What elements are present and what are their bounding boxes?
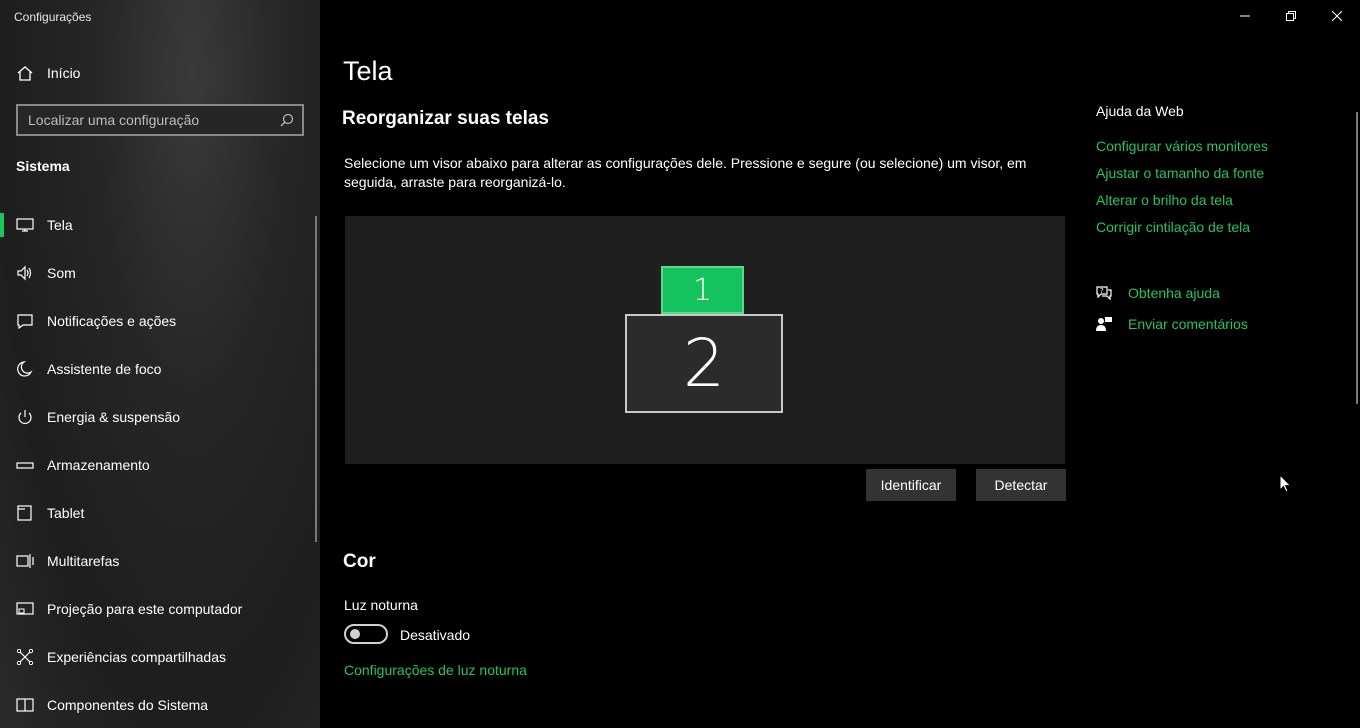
tablet-icon [16,505,34,521]
sidebar-item-power[interactable]: Energia & suspensão [0,393,316,441]
night-light-settings-link[interactable]: Configurações de luz noturna [344,662,527,678]
sidebar: Configurações Início Sistema Tela Som [0,0,320,728]
monitor-1[interactable]: 1 [661,266,744,314]
notification-icon [16,313,34,329]
close-icon [1332,11,1342,21]
sidebar-item-display[interactable]: Tela [0,201,316,249]
help-link-multiple-monitors[interactable]: Configurar vários monitores [1096,138,1268,165]
sidebar-item-tablet[interactable]: Tablet [0,489,316,537]
night-light-label: Luz noturna [344,597,418,613]
storage-icon [16,457,34,473]
sidebar-item-notifications[interactable]: Notificações e ações [0,297,316,345]
help-links: Configurar vários monitores Ajustar o ta… [1096,138,1268,246]
home-label: Início [47,65,81,81]
sidebar-item-label: Energia & suspensão [47,409,181,425]
minimize-icon [1240,11,1250,21]
help-link-flicker[interactable]: Corrigir cintilação de tela [1096,219,1268,246]
sidebar-item-label: Componentes do Sistema [47,697,209,713]
web-help-title: Ajuda da Web [1096,103,1184,119]
sidebar-item-label: Tela [47,217,73,233]
sidebar-item-focus-assist[interactable]: Assistente de foco [0,345,316,393]
identify-button[interactable]: Identificar [866,469,956,501]
app-title: Configurações [14,10,92,24]
multitasking-icon [16,553,34,569]
feedback-row[interactable]: Enviar comentários [1096,316,1248,332]
sidebar-item-projection[interactable]: Projeção para este computador [0,585,316,633]
nav-list: Tela Som Notificações e ações Assistente… [0,201,316,728]
restore-button[interactable] [1268,0,1314,32]
help-link-font-size[interactable]: Ajustar o tamanho da fonte [1096,165,1268,192]
sidebar-item-label: Som [47,265,76,281]
home-icon [16,65,34,81]
search-icon[interactable] [280,113,294,127]
rearrange-description: Selecione um visor abaixo para alterar a… [344,155,1027,190]
night-light-toggle[interactable] [344,624,388,644]
feedback-icon [1096,316,1112,332]
restore-icon [1286,11,1296,21]
sidebar-item-label: Multitarefas [47,553,120,569]
monitor-2[interactable]: 2 [625,314,783,413]
sidebar-item-home[interactable]: Início [0,58,316,88]
search-box[interactable] [16,104,304,136]
search-input[interactable] [18,112,268,128]
sidebar-item-label: Armazenamento [47,457,150,473]
toggle-knob [350,629,360,639]
window-controls [1222,0,1360,32]
power-icon [16,409,34,425]
sidebar-item-sound[interactable]: Som [0,249,316,297]
help-link-brightness[interactable]: Alterar o brilho da tela [1096,192,1268,219]
section-label-system: Sistema [16,158,70,174]
projection-icon [16,601,34,617]
minimize-button[interactable] [1222,0,1268,32]
send-feedback-link[interactable]: Enviar comentários [1128,316,1248,332]
sidebar-item-label: Tablet [47,505,85,521]
mouse-cursor-icon [1279,474,1292,493]
main-content: Tela Reorganizar suas telas Selecione um… [320,0,1360,728]
monitor-icon [16,217,34,233]
sidebar-item-multitasking[interactable]: Multitarefas [0,537,316,585]
components-icon [16,697,34,713]
speaker-icon [16,265,34,281]
display-arrangement-area[interactable]: 1 2 [345,216,1065,464]
shared-icon [16,649,34,665]
sidebar-scrollbar[interactable] [315,216,317,542]
help-chat-icon: ? [1096,285,1112,301]
sidebar-item-label: Notificações e ações [47,313,177,329]
moon-icon [16,361,34,377]
detect-button[interactable]: Detectar [976,469,1066,501]
sidebar-item-shared-experiences[interactable]: Experiências compartilhadas [0,633,316,681]
color-heading: Cor [343,551,376,572]
main-scrollbar[interactable] [1356,112,1358,404]
sidebar-item-label: Experiências compartilhadas [47,649,226,665]
sidebar-item-label: Projeção para este computador [47,601,243,617]
page-title: Tela [343,56,393,86]
get-help-link[interactable]: Obtenha ajuda [1128,285,1220,301]
rearrange-heading: Reorganizar suas telas [342,108,549,129]
close-button[interactable] [1314,0,1360,32]
night-light-state: Desativado [400,627,471,643]
active-indicator [0,213,4,237]
sidebar-item-label: Assistente de foco [47,361,162,377]
get-help-row[interactable]: ? Obtenha ajuda [1096,285,1220,301]
svg-text:?: ? [1100,287,1104,295]
sidebar-item-system-components[interactable]: Componentes do Sistema [0,681,316,728]
sidebar-item-storage[interactable]: Armazenamento [0,441,316,489]
